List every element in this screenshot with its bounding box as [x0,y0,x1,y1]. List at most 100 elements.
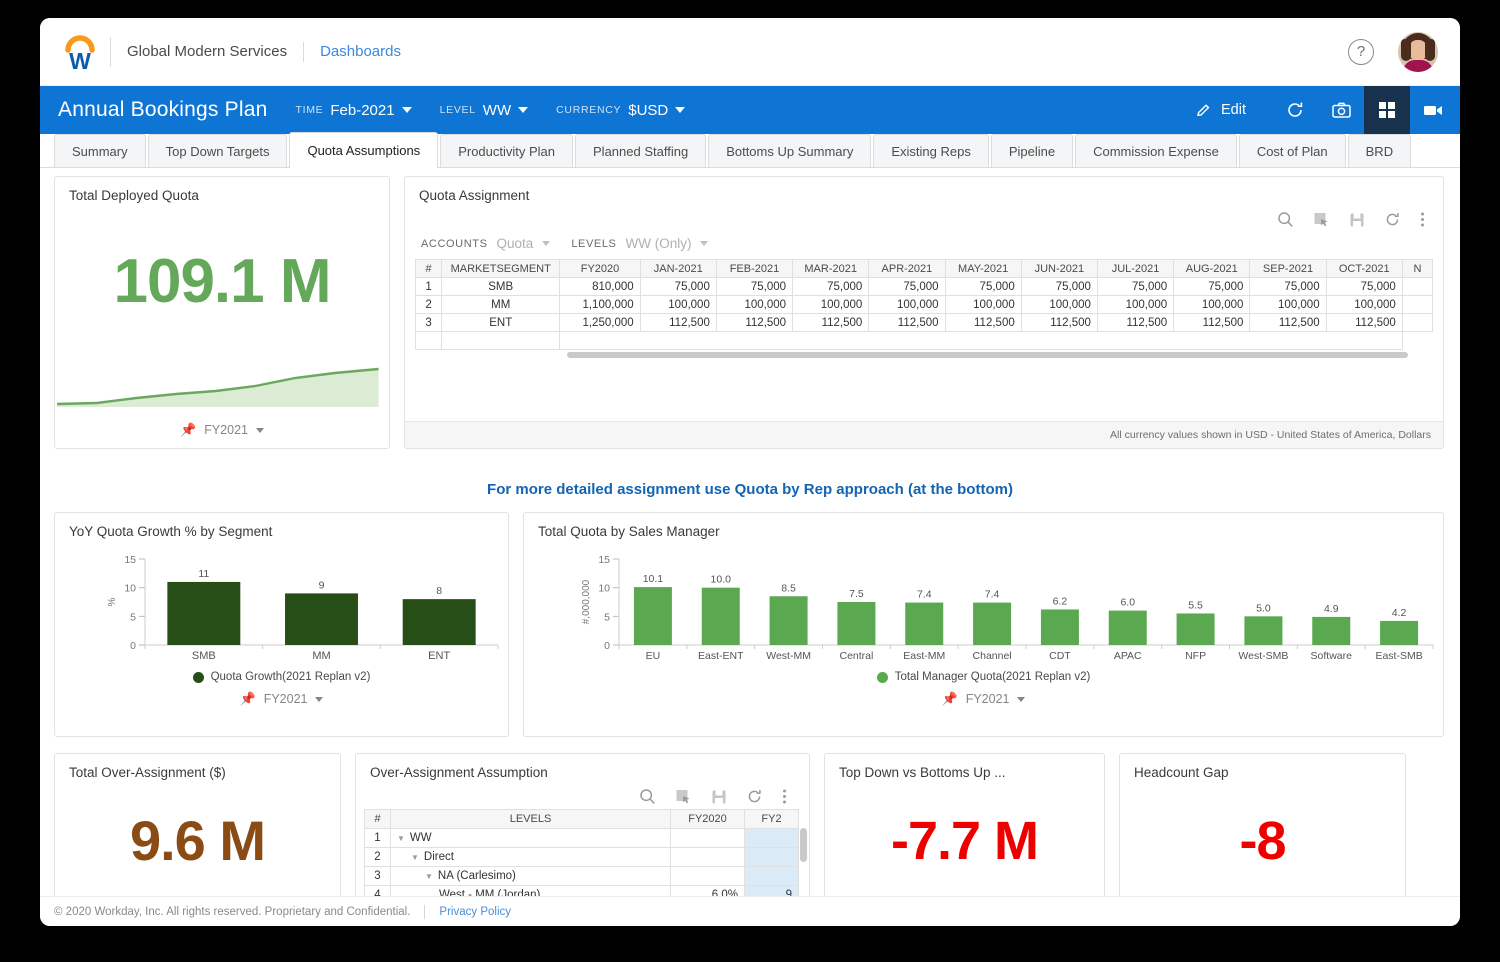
column-header[interactable]: APR-2021 [868,259,946,278]
tab-productivity-plan[interactable]: Productivity Plan [440,134,574,167]
expand-twisty-icon[interactable]: ▼ [411,853,419,862]
refresh-icon[interactable] [1272,86,1318,134]
cell-month[interactable]: 112,500 [1173,313,1251,332]
table-row[interactable]: 2 ▼ Direct [364,847,799,867]
cell-month[interactable] [1401,277,1434,296]
column-header[interactable]: SEP-2021 [1249,259,1327,278]
cell-month[interactable]: 100,000 [792,295,870,314]
cell-month[interactable]: 100,000 [1173,295,1251,314]
avatar[interactable] [1398,31,1438,72]
column-header[interactable]: JAN-2021 [639,259,717,278]
tab-planned-staffing[interactable]: Planned Staffing [575,134,707,167]
column-header[interactable]: N [1401,259,1434,278]
cell-month[interactable]: 75,000 [1173,277,1251,296]
cell-month[interactable]: 100,000 [639,295,717,314]
more-options-icon[interactable] [1420,211,1425,228]
cell-level[interactable]: West - MM (Jordan) [390,885,671,896]
table-row[interactable]: 2 MM 1,100,000 100,000 100,000 100,000 100,000… [414,295,1434,314]
cell-month[interactable]: 75,000 [1325,277,1403,296]
save-icon[interactable] [1349,212,1365,228]
cell-level[interactable]: ▼ Direct [390,847,671,867]
cell-month[interactable]: 100,000 [868,295,946,314]
cell-month[interactable]: 112,500 [1249,313,1327,332]
cell-fy2021[interactable] [744,828,799,848]
cell-month[interactable]: 112,500 [1020,313,1098,332]
cell-fy2020[interactable]: 1,100,000 [559,295,641,314]
cell-month[interactable] [1401,313,1434,332]
help-icon[interactable]: ? [1348,38,1374,65]
tab-existing-reps[interactable]: Existing Reps [873,134,989,167]
table-row[interactable]: 3 ENT 1,250,000 112,500 112,500 112,500 112,50… [414,313,1434,332]
horizontal-scrollbar[interactable] [415,350,1433,359]
tab-brd[interactable]: BRD [1347,134,1412,167]
column-header[interactable]: MARKETSEGMENT [441,259,561,278]
cell-level[interactable]: ▼ WW [390,828,671,848]
cell-marketsegment[interactable]: MM [441,295,561,314]
edit-button[interactable]: Edit [1195,102,1246,119]
cell-month[interactable]: 100,000 [1020,295,1098,314]
column-header[interactable]: FEB-2021 [715,259,794,278]
quota-by-rep-link[interactable]: For more detailed assignment use Quota b… [54,465,1446,502]
grid-view-icon[interactable] [1364,86,1410,134]
column-header[interactable]: MAR-2021 [792,259,870,278]
cell-marketsegment[interactable]: SMB [441,277,561,296]
expand-twisty-icon[interactable]: ▼ [425,872,433,881]
cell-month[interactable]: 75,000 [639,277,717,296]
table-row[interactable] [414,331,1433,350]
save-icon[interactable] [711,789,727,805]
column-header[interactable]: FY2 [744,809,799,829]
filter-accounts-value[interactable]: Quota [497,236,534,251]
filter-icon[interactable] [675,788,692,805]
cell-month[interactable]: 75,000 [868,277,946,296]
column-header[interactable]: JUN-2021 [1020,259,1098,278]
more-options-icon[interactable] [782,788,787,805]
pin-selector[interactable]: 📌 FY2021 [524,683,1443,717]
expand-twisty-icon[interactable]: ▼ [397,834,405,843]
cell-month[interactable]: 112,500 [715,313,794,332]
cell-month[interactable]: 100,000 [1249,295,1327,314]
tab-top-down-targets[interactable]: Top Down Targets [147,134,288,167]
privacy-policy-link[interactable]: Privacy Policy [439,906,511,918]
pin-selector[interactable]: 📌 FY2021 [55,683,508,717]
cell-month[interactable]: 100,000 [1096,295,1175,314]
tab-summary[interactable]: Summary [54,134,146,167]
cell-fy2020[interactable] [670,828,745,848]
pin-selector[interactable]: 📌 FY2021 [55,414,389,448]
cell-fy2021[interactable] [744,847,799,867]
table-row[interactable]: 1 SMB 810,000 75,000 75,000 75,000 75,000 75,00… [414,277,1434,296]
cell-month[interactable]: 100,000 [944,295,1022,314]
cell-level[interactable]: ▼ NA (Carlesimo) [390,866,671,886]
cell-month[interactable]: 112,500 [1096,313,1175,332]
prompt-currency[interactable]: CURRENCY $USD [556,102,686,119]
chevron-down-icon[interactable] [700,241,709,246]
search-icon[interactable] [1277,211,1294,228]
cell-fy2020[interactable] [670,847,745,867]
column-header[interactable]: LEVELS [390,809,671,829]
cell-fy2020[interactable]: 810,000 [559,277,641,296]
filter-icon[interactable] [1313,211,1330,228]
cell-fy2021[interactable]: 9 [744,885,799,896]
cell-month[interactable]: 75,000 [944,277,1022,296]
column-header[interactable]: MAY-2021 [944,259,1022,278]
tab-quota-assumptions[interactable]: Quota Assumptions [289,132,439,168]
table-row[interactable]: 4 West - MM (Jordan) 6.0% 9 [364,885,799,896]
column-header[interactable]: AUG-2021 [1173,259,1251,278]
video-icon[interactable] [1410,86,1456,134]
column-header[interactable]: OCT-2021 [1325,259,1403,278]
column-header[interactable]: # [414,259,443,278]
cell-month[interactable]: 75,000 [715,277,794,296]
tab-pipeline[interactable]: Pipeline [990,134,1074,167]
table-row[interactable]: 3 ▼ NA (Carlesimo) [364,866,799,886]
cell-month[interactable]: 75,000 [1096,277,1175,296]
column-header[interactable]: # [364,809,391,829]
cell-fy2021[interactable] [744,866,799,886]
column-header[interactable]: FY2020 [559,259,641,278]
tab-commission-expense[interactable]: Commission Expense [1075,134,1237,167]
chevron-down-icon[interactable] [542,241,551,246]
cell-month[interactable]: 75,000 [1249,277,1327,296]
cell-month[interactable]: 112,500 [868,313,946,332]
cell-month[interactable]: 75,000 [792,277,870,296]
prompt-level[interactable]: LEVEL WW [440,102,529,119]
cell-fy2020[interactable]: 6.0% [670,885,745,896]
camera-icon[interactable] [1318,86,1364,134]
